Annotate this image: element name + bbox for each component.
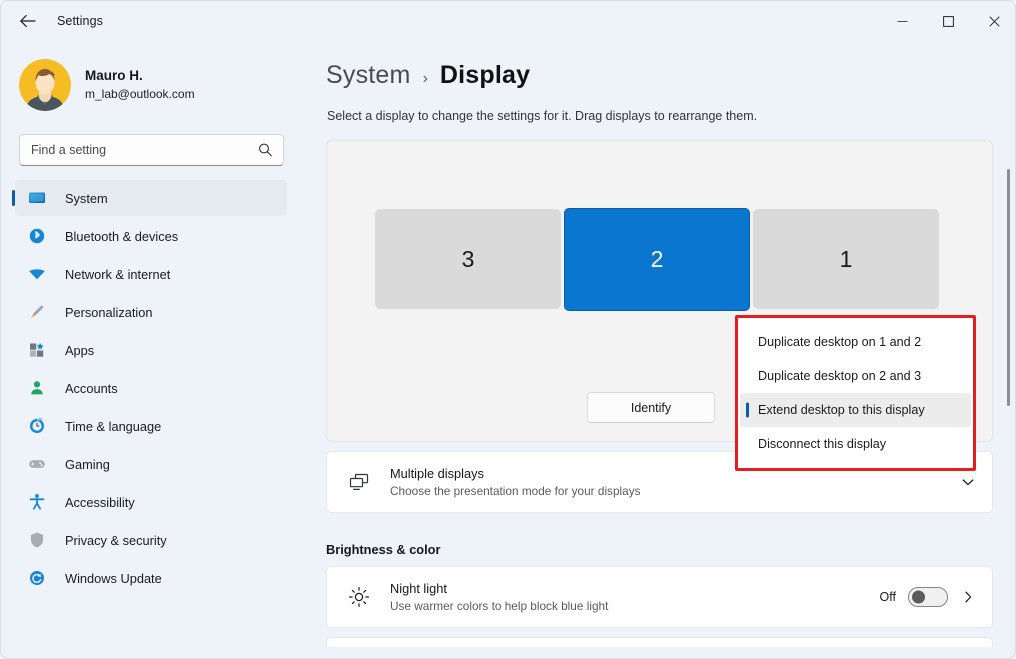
scrollbar-thumb[interactable] — [1007, 169, 1010, 406]
brightness-color-heading: Brightness & color — [326, 542, 441, 557]
page-title: Display — [439, 61, 531, 89]
back-button[interactable] — [11, 6, 45, 36]
monitor-3[interactable]: 3 — [375, 209, 561, 309]
search-box[interactable] — [19, 134, 284, 166]
avatar — [19, 59, 71, 111]
sidebar-item-label: Apps — [65, 342, 95, 358]
sidebar-item-network-internet[interactable]: Network & internet — [15, 256, 287, 292]
sidebar-item-accounts[interactable]: Accounts — [15, 370, 287, 406]
settings-window: Settings Mauro H. m_lab@outlook.com Find… — [0, 0, 1016, 659]
menu-item-duplicate-1-2[interactable]: Duplicate desktop on 1 and 2 — [740, 325, 971, 359]
title-bar: Settings — [1, 1, 1015, 41]
sidebar-item-label: Windows Update — [65, 570, 162, 586]
bluetooth-icon — [27, 226, 47, 246]
night-light-state-label: Off — [879, 590, 896, 604]
toggle-knob — [912, 590, 925, 604]
arrow-left-icon — [20, 15, 36, 27]
sidebar-item-bluetooth-devices[interactable]: Bluetooth & devices — [15, 218, 287, 254]
monitor-1[interactable]: 1 — [753, 209, 939, 309]
breadcrumb-separator-icon: › — [422, 70, 428, 87]
sidebar-item-personalization[interactable]: Personalization — [15, 294, 287, 330]
flyout-menu: Duplicate desktop on 1 and 2 Duplicate d… — [738, 318, 973, 468]
monitor-group: 3 2 1 — [375, 207, 939, 311]
search-icon — [258, 143, 273, 158]
night-light-actions: Off — [880, 587, 976, 607]
sidebar-item-label: Bluetooth & devices — [65, 228, 179, 244]
multiple-displays-icon — [346, 469, 372, 495]
sun-icon — [346, 584, 372, 610]
person-icon — [27, 378, 47, 398]
account-name: Mauro H. — [85, 68, 143, 83]
sidebar-item-windows-update[interactable]: Windows Update — [15, 560, 287, 596]
sidebar-item-system[interactable]: System — [15, 180, 287, 216]
maximize-button[interactable] — [925, 1, 971, 41]
account-info: Mauro H. m_lab@outlook.com — [85, 67, 195, 103]
multiple-displays-flyout: Duplicate desktop on 1 and 2 Duplicate d… — [735, 315, 976, 471]
sidebar-nav: System Bluetooth & devices Network & int… — [1, 180, 311, 596]
close-button[interactable] — [971, 1, 1015, 41]
multiple-displays-actions — [960, 475, 976, 489]
refresh-icon — [27, 568, 47, 588]
sidebar-item-label: Accessibility — [65, 494, 135, 510]
window-title: Settings — [57, 14, 103, 28]
window-controls — [879, 1, 1015, 41]
sidebar-item-privacy-security[interactable]: Privacy & security — [15, 522, 287, 558]
accessibility-icon — [27, 492, 47, 512]
night-light-toggle[interactable] — [908, 587, 948, 607]
main-content: System › Display Select a display to cha… — [311, 41, 1015, 658]
identify-button[interactable]: Identify — [587, 392, 715, 423]
gamepad-icon — [27, 454, 47, 474]
sidebar: Mauro H. m_lab@outlook.com Find a settin… — [1, 41, 311, 658]
account-block[interactable]: Mauro H. m_lab@outlook.com — [19, 59, 311, 111]
sidebar-item-apps[interactable]: Apps — [15, 332, 287, 368]
night-light-texts: Night light Use warmer colors to help bl… — [390, 580, 608, 614]
chevron-down-icon[interactable] — [960, 475, 976, 489]
sidebar-item-label: System — [65, 190, 108, 206]
sidebar-item-accessibility[interactable]: Accessibility — [15, 484, 287, 520]
maximize-icon — [942, 15, 954, 27]
main-scrollbar[interactable] — [1003, 86, 1015, 658]
shield-icon — [27, 530, 47, 550]
breadcrumb-root[interactable]: System — [326, 61, 411, 90]
sidebar-item-label: Time & language — [65, 418, 162, 434]
multiple-displays-subtitle: Choose the presentation mode for your di… — [390, 484, 641, 498]
monitor-icon — [27, 188, 47, 208]
night-light-card[interactable]: Night light Use warmer colors to help bl… — [326, 566, 993, 628]
multiple-displays-title: Multiple displays — [390, 466, 484, 481]
search-input[interactable] — [20, 135, 245, 165]
sidebar-item-time-language[interactable]: Time & language — [15, 408, 287, 444]
menu-item-duplicate-2-3[interactable]: Duplicate desktop on 2 and 3 — [740, 359, 971, 393]
sidebar-item-gaming[interactable]: Gaming — [15, 446, 287, 482]
page-subtitle: Select a display to change the settings … — [327, 109, 758, 123]
night-light-subtitle: Use warmer colors to help block blue lig… — [390, 599, 609, 613]
minimize-icon — [897, 20, 907, 22]
monitor-2[interactable]: 2 — [564, 207, 750, 311]
wifi-icon — [27, 264, 47, 284]
display-arrangement-panel: 3 2 1 Identify Duplicate desktop on 1 an… — [326, 140, 993, 471]
multiple-displays-texts: Multiple displays Choose the presentatio… — [390, 465, 641, 499]
menu-item-disconnect-display[interactable]: Disconnect this display — [740, 427, 971, 461]
avatar-image — [19, 59, 71, 111]
chevron-right-icon[interactable] — [960, 590, 976, 604]
next-setting-card-partial — [326, 637, 993, 647]
minimize-button[interactable] — [879, 1, 925, 41]
sidebar-item-label: Privacy & security — [65, 532, 167, 548]
sidebar-item-label: Accounts — [65, 380, 118, 396]
close-icon — [988, 15, 1000, 27]
sidebar-item-label: Gaming — [65, 456, 110, 472]
paintbrush-icon — [27, 302, 47, 322]
account-email: m_lab@outlook.com — [85, 87, 195, 101]
breadcrumb: System › Display — [326, 61, 1015, 90]
sidebar-item-label: Network & internet — [65, 266, 171, 282]
menu-item-extend-desktop[interactable]: Extend desktop to this display — [740, 393, 971, 427]
apps-grid-icon — [27, 340, 47, 360]
sidebar-item-label: Personalization — [65, 304, 153, 320]
clock-icon — [27, 416, 47, 436]
night-light-title: Night light — [390, 581, 447, 596]
